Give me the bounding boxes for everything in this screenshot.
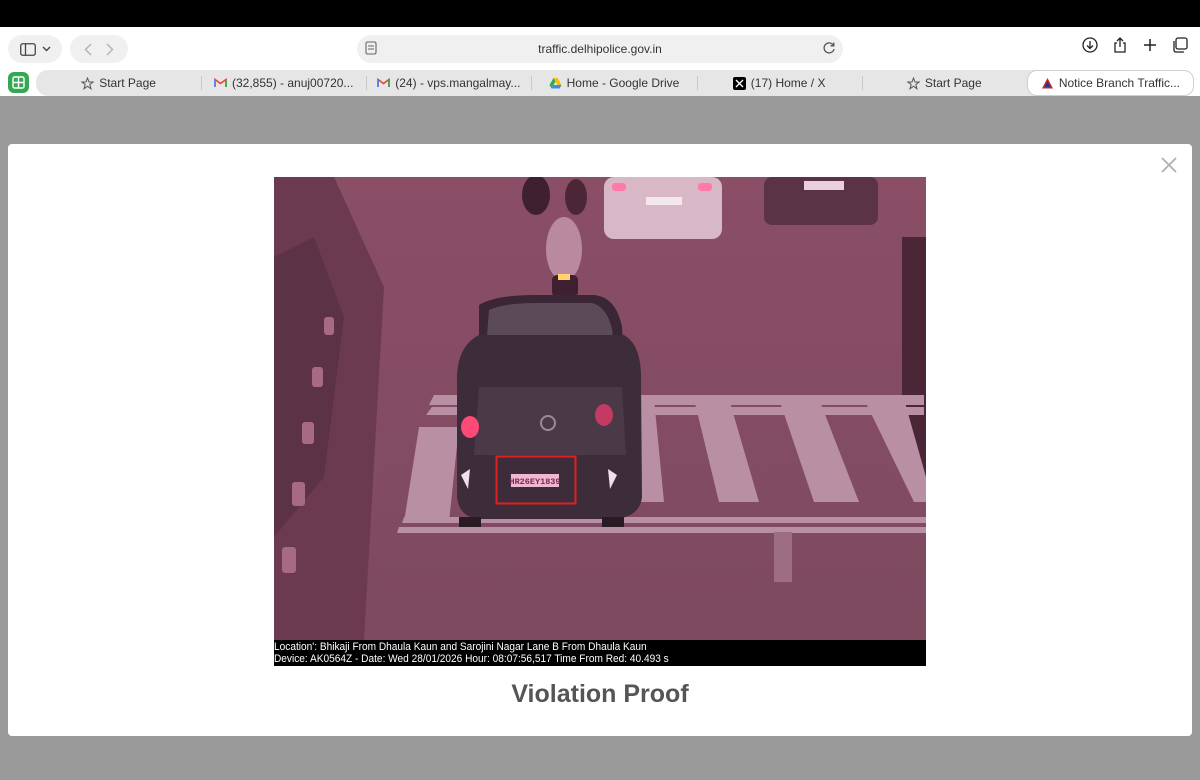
tab-start-page-1[interactable]: Start Page (36, 70, 201, 96)
tab-label: Start Page (99, 76, 156, 90)
tab-label: Notice Branch Traffic... (1058, 76, 1180, 90)
tab-notice-branch[interactable]: Notice Branch Traffic... (1026, 70, 1194, 96)
new-tab-icon[interactable] (1142, 37, 1158, 53)
camera-scene: HR26EY1839 (274, 177, 926, 640)
modal-title: Violation Proof (511, 680, 689, 708)
tab-label: (32,855) - anuj00720... (232, 76, 354, 90)
tab-google-drive[interactable]: Home - Google Drive (531, 70, 696, 96)
photo-caption: Location': Bhikaji From Dhaula Kaun and … (274, 640, 926, 666)
tab-overview-icon[interactable] (1172, 37, 1188, 53)
share-icon[interactable] (1112, 37, 1128, 53)
caption-location: Location': Bhikaji From Dhaula Kaun and … (274, 641, 647, 653)
star-icon (906, 76, 920, 90)
chevron-down-icon (42, 46, 50, 52)
toolbar-actions (1082, 37, 1188, 53)
tab-label: (17) Home / X (750, 76, 826, 90)
tabs: Start Page (32,855) - anuj00720... (24) … (36, 70, 1194, 96)
tab-group-button[interactable] (8, 72, 29, 93)
close-icon[interactable] (1160, 156, 1178, 174)
navigation-buttons (70, 35, 128, 63)
x-logo-icon (732, 76, 746, 90)
tab-label: Home - Google Drive (566, 76, 680, 90)
gmail-icon (377, 77, 391, 90)
sidebar-toggle-button[interactable] (8, 35, 62, 63)
license-plate-text: HR26EY1839 (509, 477, 560, 487)
menu-bar (0, 0, 1200, 27)
tab-label: Start Page (924, 76, 982, 90)
delhi-police-icon (1041, 77, 1054, 90)
google-drive-icon (549, 77, 562, 90)
star-icon (81, 76, 95, 90)
sidebar-icon (19, 42, 36, 56)
reload-icon[interactable] (821, 40, 837, 56)
caption-device-time: Device: AK0564Z - Date: Wed 28/01/2026 H… (274, 653, 669, 665)
downloads-icon[interactable] (1082, 37, 1098, 53)
tab-label: (24) - vps.mangalmay... (395, 76, 521, 90)
forward-icon[interactable] (106, 42, 114, 56)
violation-proof-modal: HR26EY1839 Location': Bhikaji From Dhaul… (8, 144, 1192, 736)
address-text: traffic.delhipolice.gov.in (538, 42, 662, 56)
tab-start-page-2[interactable]: Start Page (861, 70, 1027, 96)
address-bar[interactable]: traffic.delhipolice.gov.in (357, 35, 843, 63)
tab-x-home[interactable]: (17) Home / X (696, 70, 862, 96)
page-menu-icon[interactable] (365, 41, 377, 55)
back-icon[interactable] (84, 42, 92, 56)
tab-gmail-1[interactable]: (32,855) - anuj00720... (201, 70, 366, 96)
browser-toolbar: traffic.delhipolice.gov.in (0, 27, 1200, 70)
sheets-icon (12, 76, 25, 89)
tab-bar: Start Page (32,855) - anuj00720... (24) … (0, 70, 1200, 96)
violation-photo: HR26EY1839 Location': Bhikaji From Dhaul… (274, 177, 926, 666)
gmail-icon (214, 77, 227, 90)
tab-gmail-2[interactable]: (24) - vps.mangalmay... (366, 70, 531, 96)
